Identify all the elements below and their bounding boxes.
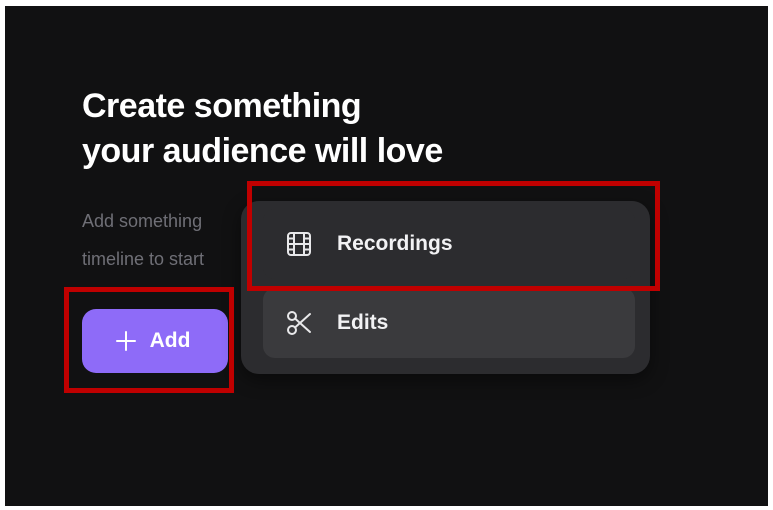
page-title-line-1: Create something [82,87,362,125]
editor-empty-state: Create something your audience will love… [5,6,768,506]
menu-item-recordings[interactable]: Recordings [263,209,635,279]
scissors-icon [285,309,313,337]
add-menu: Recordings Edits [241,201,650,374]
film-icon [285,230,313,258]
page-title-line-2: your audience will love [82,132,443,170]
description-line-1: Add something [82,211,203,231]
page-title: Create something your audience will love [82,84,443,174]
menu-item-edits-label: Edits [337,311,389,334]
empty-state-description: Add something timeline to start [82,202,204,278]
add-button[interactable]: Add [82,309,228,373]
menu-item-edits[interactable]: Edits [263,288,635,358]
description-line-2: timeline to start [82,249,205,269]
add-button-label: Add [149,329,191,352]
plus-icon [115,331,136,351]
menu-item-recordings-label: Recordings [337,232,453,255]
